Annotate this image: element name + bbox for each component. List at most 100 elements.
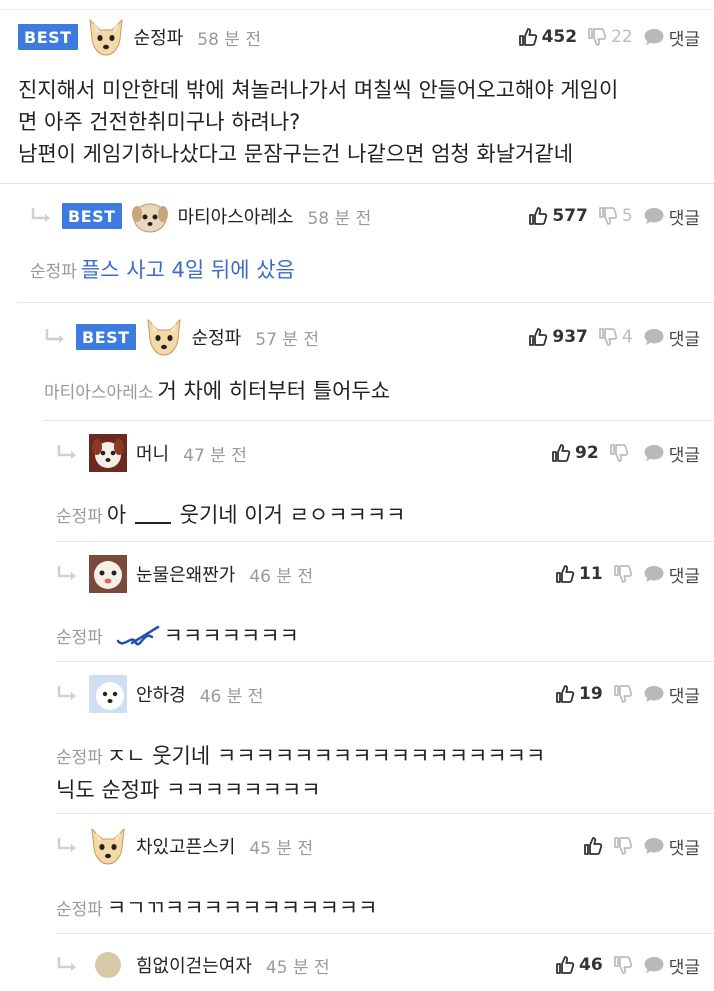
reply-label: 댓글 bbox=[668, 838, 700, 859]
dog-avatar-icon bbox=[88, 826, 128, 866]
thumbs-down-icon bbox=[609, 443, 629, 463]
like-button[interactable]: 46 bbox=[555, 955, 603, 975]
like-count: 11 bbox=[579, 564, 603, 584]
dislike-button[interactable] bbox=[609, 443, 633, 463]
comment-body: 순정파 ㅈㄴ 웃기네 ㅋㅋㅋㅋㅋㅋㅋㅋㅋㅋㅋㅋㅋㅋㅋㅋㅋ 닉도 순정파 ㅋㅋㅋㅋㅋ… bbox=[56, 726, 714, 820]
dislike-button[interactable] bbox=[613, 684, 633, 704]
mention[interactable]: 순정파 bbox=[30, 262, 77, 282]
comment-line: 거 차에 히터부터 틀어두쇼 bbox=[157, 379, 391, 403]
thumbs-up-icon bbox=[555, 684, 575, 704]
timestamp: 58 분 전 bbox=[307, 208, 372, 229]
speech-bubble-icon bbox=[643, 684, 665, 704]
speech-bubble-icon bbox=[643, 327, 665, 347]
comment-body: 순정파 ㅋㄱㄲㅋㅋㅋㅋㅋㅋㅋㅋㅋㅋㅋ bbox=[56, 878, 714, 940]
comment-header: BEST 마티아스아레소 58 분 전 577 5 댓글 bbox=[30, 184, 714, 248]
dislike-button[interactable]: 22 bbox=[587, 27, 633, 47]
comment-header: BEST 순정파 57 분 전 937 4 댓글 bbox=[44, 303, 714, 371]
thumbs-up-icon bbox=[551, 443, 571, 463]
reply-label: 댓글 bbox=[668, 686, 700, 707]
timestamp: 46 분 전 bbox=[199, 686, 264, 707]
handwritten-scribble bbox=[116, 625, 159, 646]
timestamp: 45 분 전 bbox=[265, 957, 330, 978]
dislike-button[interactable] bbox=[613, 836, 633, 856]
mention[interactable]: 순정파 bbox=[56, 507, 103, 527]
comment-line: 플스 사고 4일 뒤에 샀음 bbox=[80, 258, 295, 282]
puppy-avatar-icon bbox=[131, 203, 168, 233]
thumbs-up-icon bbox=[583, 836, 603, 856]
reply-button[interactable]: 댓글 bbox=[643, 834, 700, 859]
reply-label: 댓글 bbox=[668, 29, 700, 50]
comment-header: 차있고픈스키 45 분 전 댓글 bbox=[56, 814, 714, 878]
avatar[interactable] bbox=[86, 17, 126, 57]
reply-button[interactable]: 댓글 bbox=[643, 325, 700, 350]
thumbs-down-icon bbox=[613, 684, 633, 704]
reply-button[interactable]: 댓글 bbox=[643, 953, 700, 978]
reply-button[interactable]: 댓글 bbox=[643, 204, 700, 229]
avatar[interactable] bbox=[88, 674, 128, 714]
mention[interactable]: 순정파 bbox=[56, 900, 103, 920]
nickname[interactable]: 순정파 bbox=[192, 324, 242, 350]
comment-item: 안하경 46 분 전 19 댓글 순정파 ㅈㄴ 웃기네 ㅋㅋㅋㅋㅋㅋㅋㅋㅋㅋㅋㅋㅋ… bbox=[56, 662, 714, 814]
avatar[interactable] bbox=[88, 433, 128, 473]
nickname[interactable]: 마티아스아레소 bbox=[178, 203, 294, 229]
dislike-button[interactable] bbox=[613, 955, 633, 975]
reply-button[interactable]: 댓글 bbox=[643, 682, 700, 707]
comment-item: 머니 47 분 전 92 댓글 순정파 아 웃기네 이거 ㄹㅇㅋㅋㅋㅋ bbox=[56, 421, 714, 542]
thumbs-down-icon bbox=[598, 327, 618, 347]
like-button[interactable]: 937 bbox=[528, 327, 588, 347]
avatar[interactable] bbox=[130, 196, 170, 236]
dislike-button[interactable] bbox=[613, 564, 633, 584]
like-count: 577 bbox=[552, 206, 588, 226]
nickname[interactable]: 눈물은왜짠가 bbox=[136, 561, 235, 587]
reply-arrow-icon bbox=[56, 955, 80, 975]
nickname[interactable]: 머니 bbox=[136, 440, 169, 466]
dislike-count: 5 bbox=[621, 206, 633, 226]
comment-item: BEST 마티아스아레소 58 분 전 577 5 댓글 순정파 플스 사고 4일… bbox=[18, 184, 714, 303]
dislike-button[interactable]: 4 bbox=[598, 327, 633, 347]
white-dog-avatar-icon bbox=[89, 675, 127, 713]
top-divider bbox=[0, 0, 714, 10]
reply-label: 댓글 bbox=[668, 566, 700, 587]
comment-header: 힘없이걷는여자 45 분 전 46 댓글 bbox=[56, 934, 714, 991]
nickname[interactable]: 안하경 bbox=[136, 681, 186, 707]
comment-body: 진지해서 미안한데 밖에 쳐놀러나가서 며칠씩 안들어오고해야 게임이 면 아주… bbox=[18, 64, 714, 184]
mention[interactable]: 마티아스아레소 bbox=[44, 383, 153, 403]
thumbs-down-icon bbox=[613, 836, 633, 856]
reply-button[interactable]: 댓글 bbox=[643, 562, 700, 587]
avatar[interactable] bbox=[88, 945, 128, 985]
comment-line: 면 아주 건전한취미구나 하려나? bbox=[18, 110, 301, 134]
reply-arrow-icon bbox=[30, 206, 54, 226]
comment-header: 머니 47 분 전 92 댓글 bbox=[56, 421, 714, 485]
like-button[interactable]: 11 bbox=[555, 564, 603, 584]
thumbs-up-icon bbox=[528, 206, 548, 226]
nickname[interactable]: 차있고픈스키 bbox=[136, 833, 235, 859]
comment-text-end: 웃기네 이거 ㄹㅇㅋㅋㅋㅋ bbox=[179, 503, 406, 527]
dislike-count: 4 bbox=[621, 327, 633, 347]
dislike-button[interactable]: 5 bbox=[598, 206, 633, 226]
timestamp: 47 분 전 bbox=[183, 445, 247, 466]
like-button[interactable] bbox=[583, 836, 603, 856]
avatar[interactable] bbox=[144, 317, 184, 357]
nickname[interactable]: 힘없이걷는여자 bbox=[136, 952, 252, 978]
mention[interactable]: 순정파 bbox=[56, 748, 103, 768]
reply-label: 댓글 bbox=[668, 329, 700, 350]
like-count: 19 bbox=[579, 684, 603, 704]
thumbs-up-icon bbox=[518, 27, 538, 47]
like-button[interactable]: 92 bbox=[551, 443, 599, 463]
comment-body: 마티아스아레소 거 차에 히터부터 틀어두쇼 bbox=[44, 371, 714, 423]
comment-text-end: ㅋㅋㅋㅋㅋㅋㅋ bbox=[163, 624, 299, 648]
thumbs-up-icon bbox=[555, 955, 575, 975]
timestamp: 58 분 전 bbox=[197, 29, 261, 50]
cropped-text-mark bbox=[134, 508, 171, 524]
mention[interactable]: 순정파 bbox=[56, 628, 103, 648]
timestamp: 46 분 전 bbox=[249, 566, 314, 587]
like-button[interactable]: 19 bbox=[555, 684, 603, 704]
like-button[interactable]: 577 bbox=[528, 206, 588, 226]
like-button[interactable]: 452 bbox=[518, 27, 577, 47]
avatar[interactable] bbox=[88, 554, 128, 594]
avatar[interactable] bbox=[88, 826, 128, 866]
reply-button[interactable]: 댓글 bbox=[643, 25, 700, 50]
dog-avatar-icon bbox=[86, 17, 126, 57]
nickname[interactable]: 순정파 bbox=[134, 24, 184, 50]
reply-button[interactable]: 댓글 bbox=[643, 441, 700, 466]
